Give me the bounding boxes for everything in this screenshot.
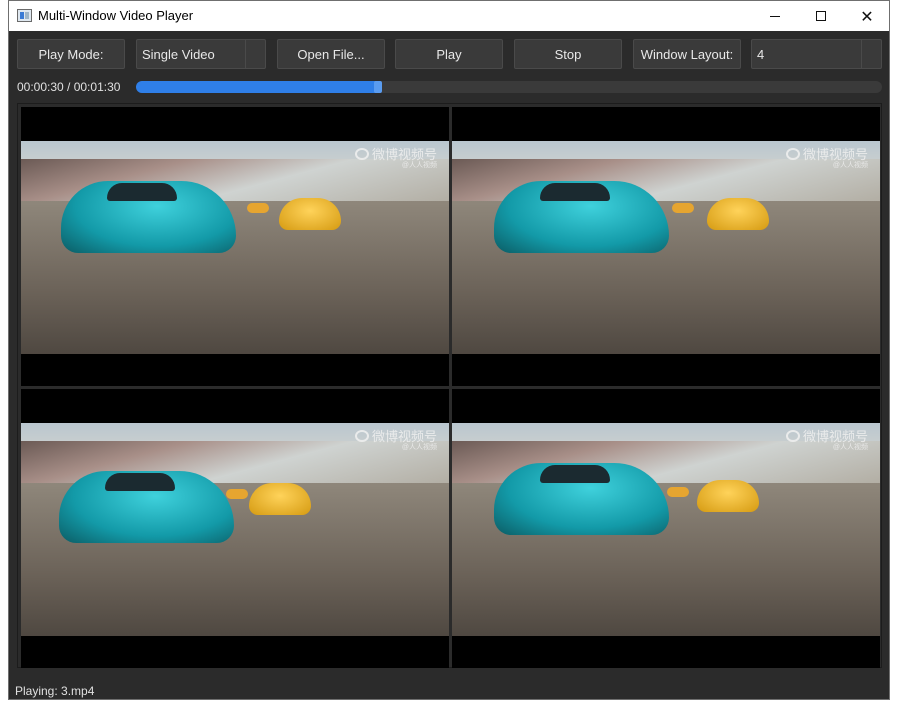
weibo-logo-icon: [785, 430, 800, 442]
watermark-sub: @人人视频: [832, 162, 868, 169]
dropdown-arrow-icon[interactable]: [245, 40, 265, 68]
main-window: Multi-Window Video Player ✕ Play Mode: S…: [8, 0, 890, 700]
dropdown-arrow-icon[interactable]: [861, 40, 881, 68]
status-bar-text: Playing: 3.mp4: [15, 684, 95, 698]
video-pane-1[interactable]: 微博视频号 @人人视频: [21, 107, 449, 386]
video-frame: 微博视频号 @人人视频: [21, 423, 449, 636]
video-frame: 微博视频号 @人人视频: [21, 141, 449, 354]
maximize-button[interactable]: [798, 1, 844, 31]
watermark-sub: @人人视频: [401, 444, 437, 451]
window-layout-value: 4: [757, 46, 765, 62]
progress-handle[interactable]: [374, 81, 382, 93]
watermark-sub: @人人视频: [401, 162, 437, 169]
minimize-button[interactable]: [752, 1, 798, 31]
play-mode-value: Single Video: [142, 46, 215, 62]
weibo-logo-icon: [354, 430, 369, 442]
video-frame: 微博视频号 @人人视频: [452, 141, 880, 354]
video-frame: 微博视频号 @人人视频: [452, 423, 880, 636]
window-layout-select[interactable]: 4: [751, 39, 882, 69]
play-mode-select[interactable]: Single Video: [136, 39, 266, 69]
maximize-icon: [816, 11, 826, 21]
video-pane-4[interactable]: 微博视频号 @人人视频: [452, 389, 880, 668]
title-bar[interactable]: Multi-Window Video Player ✕: [9, 1, 889, 31]
progress-slider[interactable]: [136, 81, 882, 93]
playback-time: 00:00:30 / 00:01:30: [17, 80, 121, 94]
watermark-sub: @人人视频: [832, 444, 868, 451]
weibo-logo-icon: [354, 148, 369, 160]
play-mode-label: Play Mode:: [17, 39, 125, 69]
close-button[interactable]: ✕: [844, 1, 890, 31]
app-icon: [17, 9, 32, 22]
window-layout-label: Window Layout:: [633, 39, 741, 69]
video-pane-3[interactable]: 微博视频号 @人人视频: [21, 389, 449, 668]
window-title: Multi-Window Video Player: [38, 8, 194, 23]
close-icon: ✕: [860, 6, 874, 26]
minimize-icon: [770, 15, 780, 17]
open-file-button[interactable]: Open File...: [277, 39, 385, 69]
play-button[interactable]: Play: [395, 39, 503, 69]
progress-fill: [136, 81, 382, 93]
weibo-logo-icon: [785, 148, 800, 160]
video-grid: 微博视频号 @人人视频 微博视频号 @人人视频 微博视频号 @人人视频 微博视频…: [17, 103, 882, 668]
video-pane-2[interactable]: 微博视频号 @人人视频: [452, 107, 880, 386]
stop-button[interactable]: Stop: [514, 39, 622, 69]
